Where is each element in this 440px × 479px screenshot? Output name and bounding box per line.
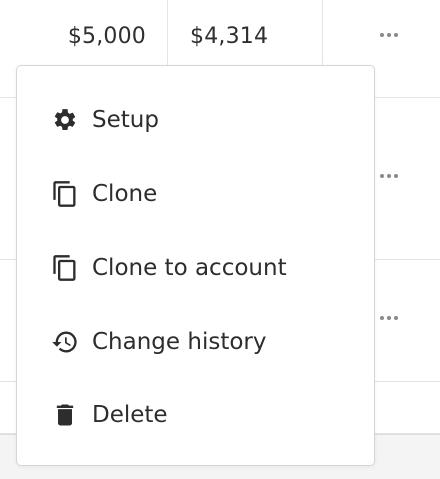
row-actions-more-icon[interactable] xyxy=(380,31,404,39)
row-actions-more-icon[interactable] xyxy=(380,314,404,322)
history-icon xyxy=(51,328,79,356)
menu-item-label: Clone xyxy=(92,181,158,207)
row-actions-more-icon[interactable] xyxy=(380,172,404,180)
menu-item-clone[interactable]: Clone xyxy=(17,162,374,226)
trash-icon xyxy=(51,401,79,429)
menu-item-label: Setup xyxy=(92,107,159,133)
spent-cell: $4,314 xyxy=(190,24,269,49)
budget-cell: $5,000 xyxy=(67,24,146,49)
menu-item-label: Change history xyxy=(92,329,267,355)
gear-icon xyxy=(51,106,79,134)
menu-item-clone-to-account[interactable]: Clone to account xyxy=(17,236,374,300)
row-context-menu: Setup Clone Clone to account Change hist… xyxy=(16,65,375,466)
menu-item-delete[interactable]: Delete xyxy=(17,383,374,447)
menu-item-change-history[interactable]: Change history xyxy=(17,310,374,374)
menu-item-label: Delete xyxy=(92,402,168,428)
copy-icon xyxy=(51,180,79,208)
menu-item-setup[interactable]: Setup xyxy=(17,88,374,152)
menu-item-label: Clone to account xyxy=(92,255,287,281)
copy-icon xyxy=(51,254,79,282)
